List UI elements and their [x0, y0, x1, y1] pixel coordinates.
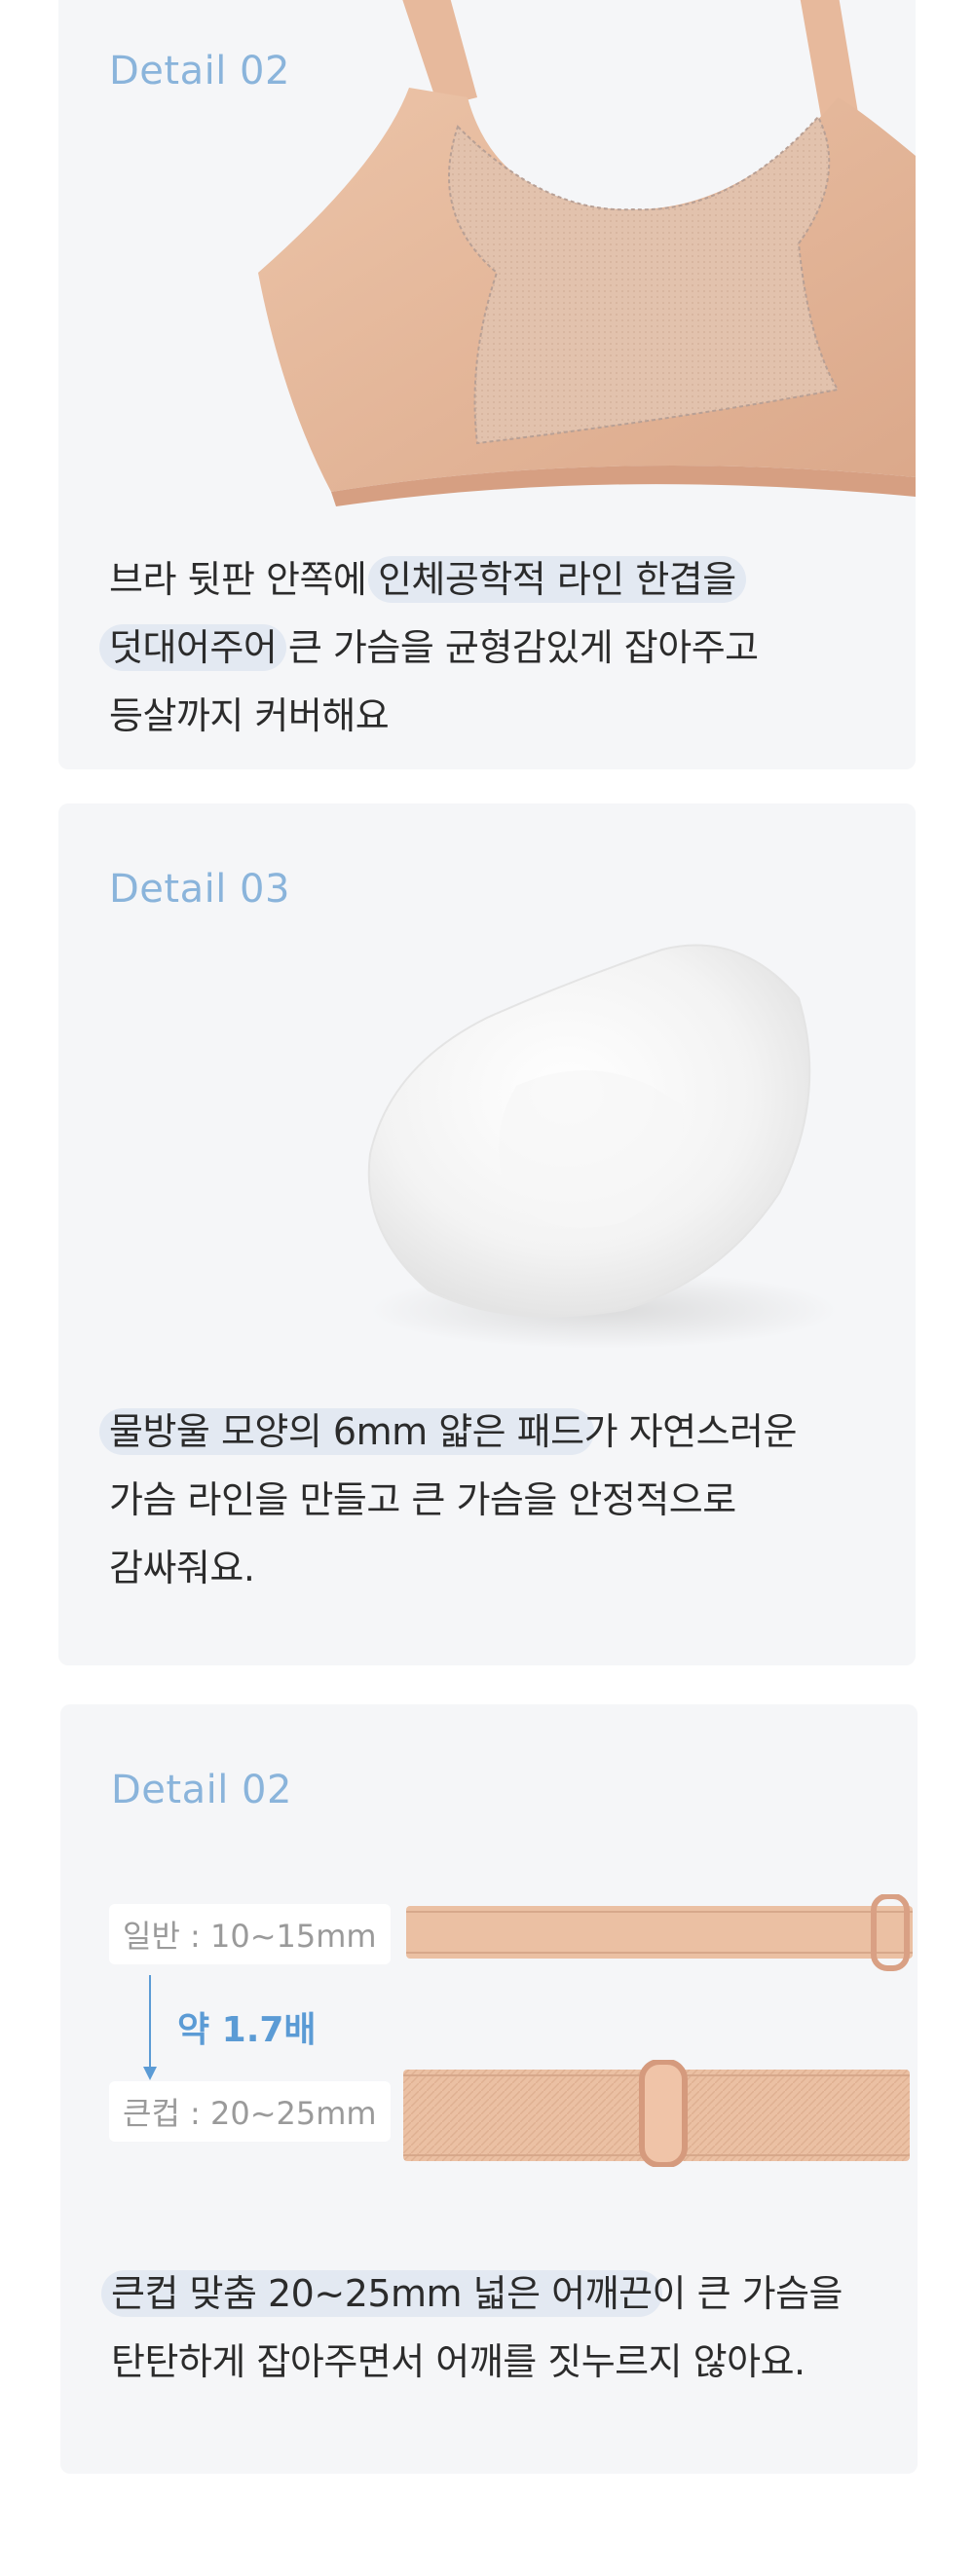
ratio-label: 약 1.7배 — [177, 2010, 317, 2050]
desc-highlight: 덧대어주어 — [99, 624, 287, 671]
detail-card-pad: Detail 03 물방울 모양의 6mm 얇은 패드가 자연스러운 가슴 라인… — [58, 803, 916, 1665]
desc-highlight: 인체공학적 라인 한겹을 — [367, 556, 746, 603]
pad-image — [367, 944, 838, 1349]
desc-text: 등살까지 커버해요 — [109, 694, 390, 737]
bigcup-strap-image — [403, 2060, 910, 2167]
normal-width-tag: 일반 : 10~15mm — [109, 1904, 391, 1964]
desc-text: 브라 뒷판 안쪽에 — [109, 558, 378, 601]
desc-text: 큰 가슴을 균형감있게 잡아주고 — [277, 626, 759, 669]
desc-text: 가슴 라인을 만들고 큰 가슴을 안정적으로 — [109, 1478, 736, 1521]
detail-card-back-panel: Detail 02 브라 뒷판 안쪽에 인체공학적 라인 한겹을 덧대어주어 큰… — [58, 0, 916, 769]
detail-description: 브라 뒷판 안쪽에 인체공학적 라인 한겹을 덧대어주어 큰 가슴을 균형감있게… — [99, 545, 759, 750]
detail-description: 물방울 모양의 6mm 얇은 패드가 자연스러운 가슴 라인을 만들고 큰 가슴… — [99, 1398, 798, 1602]
bigcup-width-tag: 큰컵 : 20~25mm — [109, 2081, 391, 2142]
desc-text: 이 큰 가슴을 — [652, 2272, 843, 2315]
desc-highlight: 물방울 모양의 6mm 얇은 패드 — [99, 1408, 594, 1455]
desc-text: 감싸줘요. — [109, 1547, 255, 1589]
detail-label: Detail 02 — [111, 1768, 292, 1812]
bra-back-panel-image — [258, 0, 916, 506]
down-arrow-icon — [143, 1975, 157, 2080]
desc-highlight: 큰컵 맞춤 20~25mm 넓은 어깨끈 — [101, 2270, 662, 2317]
detail-card-strap: Detail 02 일반 : 10~15mm 큰컵 : 20~25mm 약 1.… — [60, 1704, 918, 2474]
normal-strap-image — [406, 1894, 913, 1971]
desc-text: 탄탄하게 잡아주면서 어깨를 짓누르지 않아요. — [111, 2340, 805, 2383]
desc-text: 가 자연스러운 — [583, 1410, 798, 1453]
detail-description: 큰컵 맞춤 20~25mm 넓은 어깨끈이 큰 가슴을 탄탄하게 잡아주면서 어… — [101, 2259, 843, 2396]
